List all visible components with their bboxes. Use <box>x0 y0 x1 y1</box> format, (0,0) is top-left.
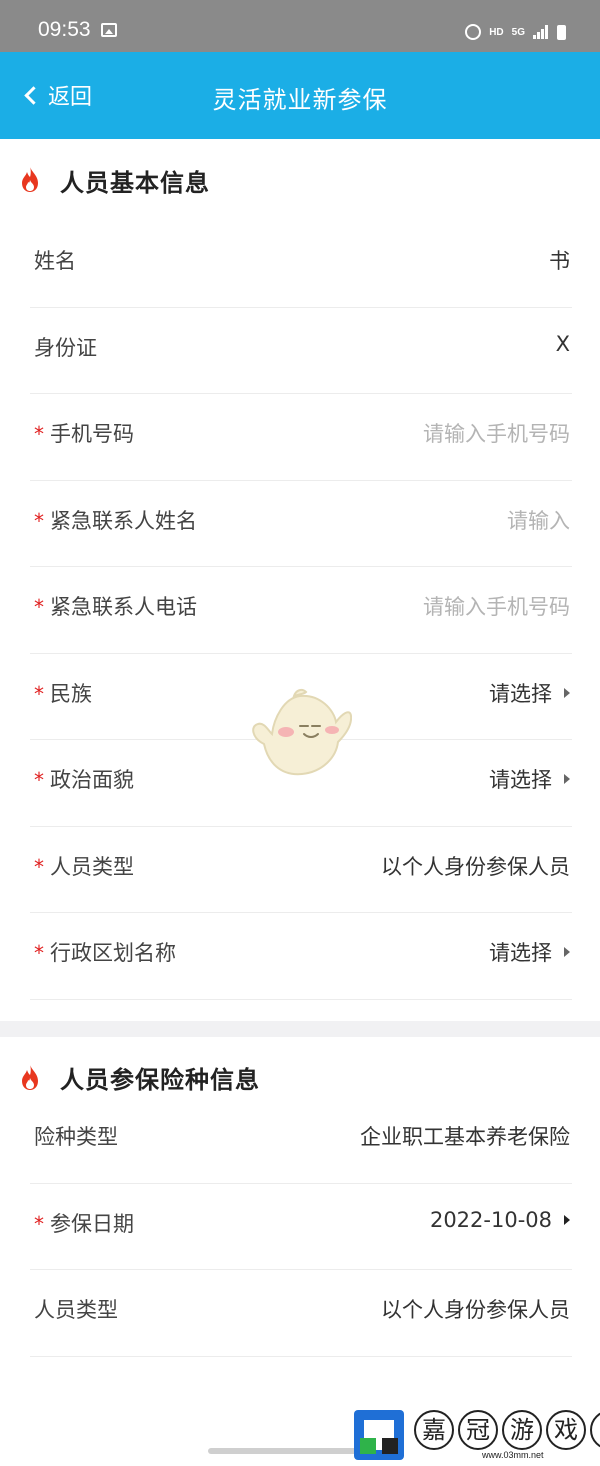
required-mark: * <box>34 681 44 706</box>
required-mark: * <box>34 1211 44 1236</box>
field-person-type: * 人员类型 以个人身份参保人员 <box>30 827 572 913</box>
field-label: * 政治面貌 <box>34 768 134 792</box>
caret-right-icon <box>564 774 570 784</box>
watermark-char: 网 <box>590 1410 600 1450</box>
phone-input[interactable]: 请输入手机号码 <box>423 418 570 448</box>
status-time: 09:53 <box>38 18 91 41</box>
person-type-value: 以个人身份参保人员 <box>381 854 570 879</box>
field-label: 险种类型 <box>34 1125 118 1149</box>
field-name: 姓名 书 <box>30 221 572 308</box>
field-label: * 民族 <box>34 681 92 706</box>
mascot-sticker-icon <box>252 688 352 776</box>
section-header: 人员参保险种信息 <box>0 1037 600 1097</box>
watermark-char: 戏 <box>546 1410 586 1450</box>
required-mark: * <box>34 941 44 965</box>
status-bar: 09:53 HD 5G <box>0 0 600 52</box>
enroll-date-select[interactable]: 2022-10-08 <box>430 1208 570 1232</box>
field-label: * 紧急联系人姓名 <box>34 508 197 533</box>
field-label: * 手机号码 <box>34 422 134 446</box>
watermark-char: 冠 <box>458 1410 498 1450</box>
field-person-type-2: 人员类型 以个人身份参保人员 <box>30 1270 572 1357</box>
image-notification-icon <box>101 23 117 37</box>
field-emergency-contact-phone[interactable]: * 紧急联系人电话 请输入手机号码 <box>30 567 572 654</box>
person-type-value: 以个人身份参保人员 <box>381 1298 570 1322</box>
field-label: 身份证 <box>34 335 97 360</box>
insurance-info-section: 人员参保险种信息 险种类型 企业职工基本养老保险 * 参保日期 2022-10-0… <box>0 1037 600 1437</box>
signal-icon <box>533 25 549 39</box>
caret-right-icon <box>564 1214 570 1225</box>
watermark-url: www.03mm.net <box>482 1450 544 1460</box>
watermark-char: 游 <box>502 1410 542 1450</box>
field-label: 姓名 <box>34 249 76 273</box>
watermark-text: 嘉 冠 游 戏 网 <box>414 1410 600 1450</box>
watermark-char: 嘉 <box>414 1410 454 1450</box>
5g-indicator: 5G <box>511 26 525 38</box>
caret-right-icon <box>564 687 570 698</box>
page-title: 灵活就业新参保 <box>212 86 388 114</box>
home-indicator[interactable] <box>208 1448 368 1454</box>
basic-info-section: 人员基本信息 姓名 书 身份证 X * 手机号码 请输入手机号码 * 紧急联系人姓名… <box>0 139 600 1021</box>
site-logo-icon <box>354 1410 404 1460</box>
field-emergency-contact-name[interactable]: * 紧急联系人姓名 请输入 <box>30 481 572 567</box>
field-label: * 人员类型 <box>34 854 134 879</box>
watermark: 嘉 冠 游 戏 网 www.03mm.net <box>352 1406 600 1462</box>
field-label: * 紧急联系人电话 <box>34 595 197 619</box>
status-indicators: HD 5G <box>465 22 566 42</box>
ethnicity-select[interactable]: 请选择 <box>489 678 570 708</box>
caret-right-icon <box>564 947 570 957</box>
field-enroll-date[interactable]: * 参保日期 2022-10-08 <box>30 1184 572 1270</box>
nav-bar: 返回 灵活就业新参保 <box>0 52 600 139</box>
alarm-icon <box>465 24 482 40</box>
emergency-contact-name-input[interactable]: 请输入 <box>507 505 570 535</box>
required-mark: * <box>34 595 44 619</box>
required-mark: * <box>34 422 44 446</box>
insurance-type-value: 企业职工基本养老保险 <box>360 1125 570 1149</box>
section-header: 人员基本信息 <box>0 139 600 221</box>
admin-region-select[interactable]: 请选择 <box>489 937 570 967</box>
required-mark: * <box>34 768 44 792</box>
battery-icon <box>557 24 566 40</box>
field-label: * 参保日期 <box>34 1211 134 1236</box>
field-insurance-type: 险种类型 企业职工基本养老保险 <box>30 1097 572 1184</box>
name-value: 书 <box>549 249 570 273</box>
political-status-select[interactable]: 请选择 <box>489 764 570 794</box>
required-mark: * <box>34 854 44 879</box>
hd-indicator: HD <box>489 26 504 38</box>
field-phone[interactable]: * 手机号码 请输入手机号码 <box>30 394 572 481</box>
id-card-value: X <box>555 331 570 356</box>
section-title: 人员参保险种信息 <box>60 1066 260 1094</box>
field-label: 人员类型 <box>34 1298 118 1322</box>
section-divider <box>0 1021 600 1037</box>
field-admin-region[interactable]: * 行政区划名称 请选择 <box>30 913 572 1000</box>
field-id-card: 身份证 X <box>30 308 572 394</box>
fire-icon <box>22 1064 38 1090</box>
section-title: 人员基本信息 <box>60 169 210 197</box>
field-label: * 行政区划名称 <box>34 941 176 965</box>
emergency-contact-phone-input[interactable]: 请输入手机号码 <box>423 591 570 621</box>
required-mark: * <box>34 508 44 533</box>
fire-icon <box>22 166 38 192</box>
